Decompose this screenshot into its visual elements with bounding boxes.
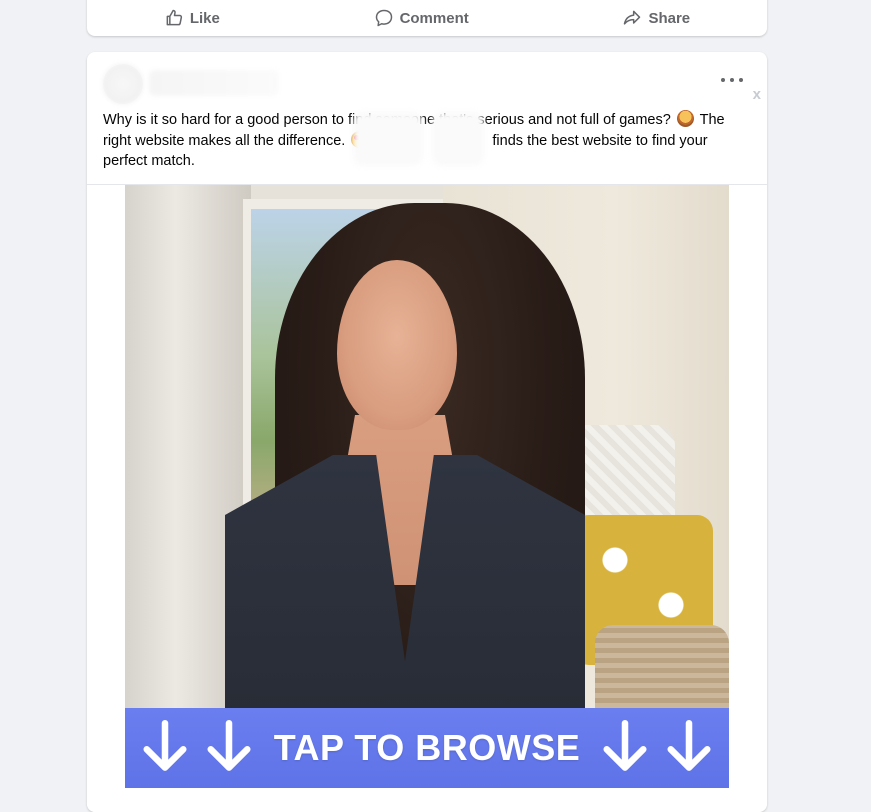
ad-photo[interactable]: TAP TO BROWSE bbox=[125, 185, 729, 788]
sponsored-post-card: x Why is it so hard for a good person to… bbox=[87, 52, 767, 812]
down-arrow-icon bbox=[662, 718, 716, 778]
share-button[interactable]: Share bbox=[602, 4, 710, 32]
more-dots-icon bbox=[721, 78, 725, 82]
share-label: Share bbox=[648, 9, 691, 27]
redacted-page-name bbox=[149, 70, 279, 96]
down-arrow-icon bbox=[202, 718, 256, 778]
hide-post-button[interactable]: x bbox=[753, 86, 761, 103]
thumbs-up-icon bbox=[164, 8, 184, 28]
comment-button[interactable]: Comment bbox=[354, 4, 489, 32]
comment-bubble-icon bbox=[374, 8, 394, 28]
share-arrow-icon bbox=[622, 8, 642, 28]
redaction-blur bbox=[432, 112, 484, 166]
more-options-button[interactable] bbox=[721, 74, 743, 86]
redaction-blur bbox=[353, 112, 423, 166]
post-header: x bbox=[87, 52, 767, 112]
previous-post-card: Like Comment Share bbox=[87, 0, 767, 36]
tap-to-browse-banner[interactable]: TAP TO BROWSE bbox=[125, 708, 729, 788]
like-button[interactable]: Like bbox=[144, 4, 240, 32]
avatar[interactable] bbox=[103, 64, 143, 104]
down-arrow-icon bbox=[598, 718, 652, 778]
post-text: Why is it so hard for a good person to f… bbox=[87, 110, 767, 172]
down-arrow-icon bbox=[138, 718, 192, 778]
shrug-emoji-icon bbox=[676, 110, 694, 127]
post-media[interactable]: TAP TO BROWSE bbox=[87, 185, 767, 812]
post-action-bar: Like Comment Share bbox=[87, 0, 767, 36]
comment-label: Comment bbox=[399, 9, 469, 27]
cta-label: TAP TO BROWSE bbox=[273, 727, 581, 768]
like-label: Like bbox=[189, 9, 220, 27]
